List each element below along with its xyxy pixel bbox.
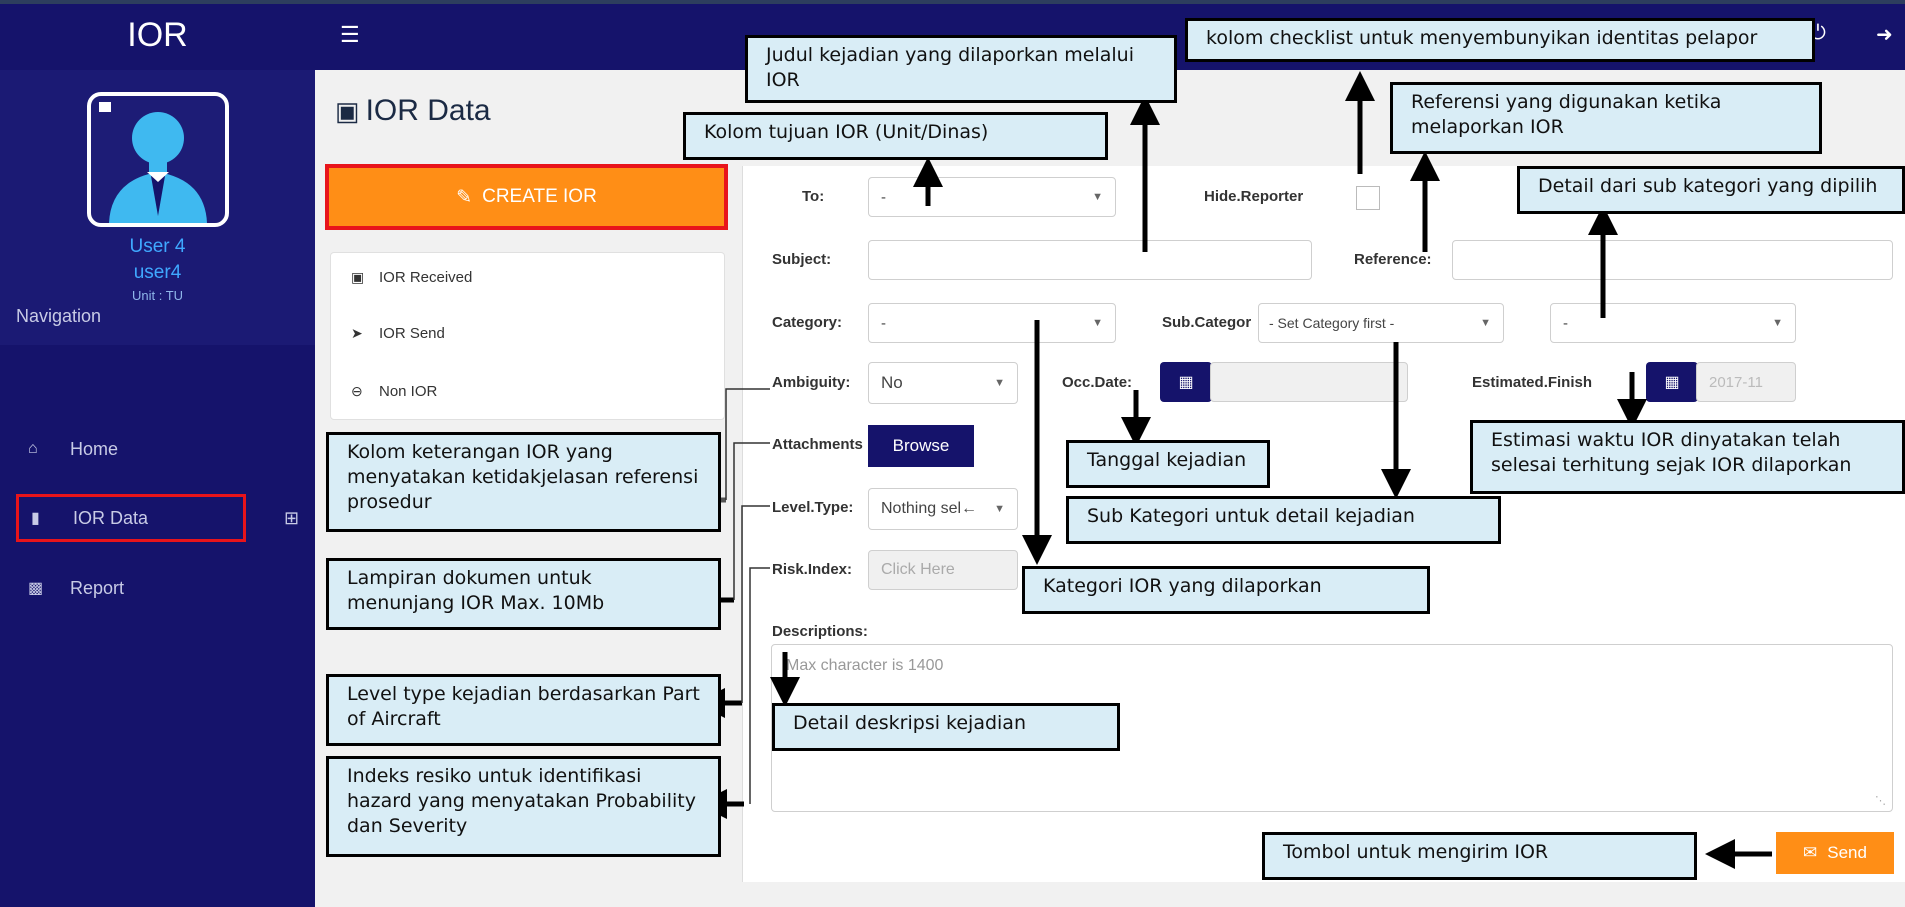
callout-risk: Indeks resiko untuk identifikasi hazard … xyxy=(326,756,721,857)
level-type-select[interactable]: Nothing sel← xyxy=(868,488,1018,530)
sub-category-detail-select[interactable]: - xyxy=(1550,303,1796,343)
hide-reporter-checkbox[interactable] xyxy=(1356,186,1380,210)
callout-tujuan: Kolom tujuan IOR (Unit/Dinas) xyxy=(683,112,1108,160)
bar-chart-icon: ▩ xyxy=(28,580,44,597)
category-select[interactable]: - xyxy=(868,303,1116,343)
reference-label: Reference: xyxy=(1354,251,1432,268)
envelope-icon: ✉ xyxy=(1803,843,1818,862)
menu-item-ior-send[interactable]: ➤ IOR Send xyxy=(351,325,445,342)
create-ior-label: CREATE IOR xyxy=(482,186,597,207)
callout-tanggal: Tanggal kejadian xyxy=(1066,440,1270,488)
menu-item-label: Non IOR xyxy=(379,383,438,400)
level-type-value: Nothing sel← xyxy=(881,500,978,517)
menu-item-label: IOR Received xyxy=(379,269,473,286)
sidebar-item-label: IOR Data xyxy=(73,507,149,528)
app-title: IOR xyxy=(127,16,188,54)
sidebar-item-home[interactable]: ⌂ Home xyxy=(16,425,246,473)
ambiguity-value: No xyxy=(881,373,903,392)
resize-grip-icon[interactable]: ⋱ xyxy=(1875,794,1886,807)
edit-icon: ✎ xyxy=(456,186,473,208)
logout-icon[interactable]: ➜ xyxy=(1876,22,1893,47)
rocket-icon: ➤ xyxy=(351,325,363,341)
ior-menu: ▣ IOR Received ➤ IOR Send ⊖ Non IOR xyxy=(330,252,725,420)
sub-category-detail-value: - xyxy=(1563,314,1568,332)
expand-plus-icon[interactable]: ⊞ xyxy=(284,508,299,529)
page-title-text: IOR Data xyxy=(365,94,491,127)
reference-input[interactable] xyxy=(1452,240,1893,280)
to-select[interactable]: - xyxy=(868,177,1116,217)
menu-item-ior-received[interactable]: ▣ IOR Received xyxy=(351,269,472,286)
sidebar-item-label: Home xyxy=(70,438,119,459)
user-display-name: User 4 xyxy=(129,236,186,257)
estimated-finish-calendar-icon[interactable]: ▦ xyxy=(1646,362,1698,402)
create-ior-button[interactable]: ✎ CREATE IOR xyxy=(325,164,728,230)
callout-referensi: Referensi yang digunakan ketika melapork… xyxy=(1390,82,1822,154)
browse-button[interactable]: Browse xyxy=(868,425,974,467)
user-unit: Unit : TU xyxy=(131,288,184,303)
callout-estimasi: Estimasi waktu IOR dinyatakan telah sele… xyxy=(1470,420,1905,494)
sub-category-label: Sub.Categor xyxy=(1162,314,1252,331)
callout-level: Level type kejadian berdasarkan Part of … xyxy=(326,674,721,746)
to-label: To: xyxy=(802,188,825,205)
risk-index-input[interactable]: Click Here xyxy=(868,550,1018,590)
callout-judul: Judul kejadian yang dilaporkan melalui I… xyxy=(745,35,1177,103)
inbox-icon: ▣ xyxy=(351,269,365,285)
to-value: - xyxy=(881,188,886,206)
sidebar: User 4 user4 Unit : TU xyxy=(0,70,315,907)
estimated-finish-input[interactable]: 2017-11 xyxy=(1696,362,1796,402)
attachments-label: Attachments xyxy=(772,436,863,453)
risk-index-label: Risk.Index: xyxy=(772,561,853,578)
send-button[interactable]: ✉ Send xyxy=(1776,832,1894,874)
risk-index-placeholder: Click Here xyxy=(881,561,955,578)
callout-deskripsi: Detail deskripsi kejadian xyxy=(772,703,1120,751)
menu-item-label: IOR Send xyxy=(379,325,445,342)
occ-date-input[interactable] xyxy=(1210,362,1408,402)
profile-panel: User 4 user4 Unit : TU xyxy=(0,70,315,345)
ambiguity-label: Ambiguity: xyxy=(772,374,851,391)
hide-reporter-label: Hide.Reporter xyxy=(1204,188,1304,205)
sub-category-select[interactable]: - Set Category first - xyxy=(1258,303,1504,343)
level-type-label: Level.Type: xyxy=(772,499,854,516)
nav-heading: Navigation xyxy=(16,306,102,326)
callout-tombol: Tombol untuk mengirim IOR xyxy=(1262,832,1697,880)
occ-date-calendar-icon[interactable]: ▦ xyxy=(1160,362,1212,402)
callout-detail-sub: Detail dari sub kategori yang dipilih xyxy=(1517,166,1905,214)
menu-toggle-icon[interactable]: ☰ xyxy=(340,22,360,48)
avatar xyxy=(87,92,229,227)
descriptions-placeholder: Max character is 1400 xyxy=(786,657,944,674)
send-label: Send xyxy=(1827,843,1867,862)
callout-checklist: kolom checklist untuk menyembunyikan ide… xyxy=(1185,18,1815,62)
callout-subkategori: Sub Kategori untuk detail kejadian xyxy=(1066,496,1501,544)
subject-input[interactable] xyxy=(868,240,1312,280)
callout-lampiran: Lampiran dokumen untuk menunjang IOR Max… xyxy=(326,558,721,630)
ambiguity-select[interactable]: No xyxy=(868,362,1018,404)
home-icon: ⌂ xyxy=(28,440,38,457)
sidebar-item-label: Report xyxy=(70,577,125,598)
callout-ambiguity: Kolom keterangan IOR yang menyatakan ket… xyxy=(326,432,721,532)
inbox-icon: ▣ xyxy=(335,96,360,126)
sidebar-item-report[interactable]: ▩ Report xyxy=(16,564,246,612)
document-icon: ▮ xyxy=(31,510,40,527)
minus-circle-icon: ⊖ xyxy=(351,383,363,399)
app-root: IOR ☰ ⏻ ➜ User 4 user4 Unit : TU Navigat… xyxy=(0,0,1905,907)
callout-kategori: Kategori IOR yang dilaporkan xyxy=(1022,566,1430,614)
sidebar-item-ior-data[interactable]: ▮ IOR Data xyxy=(16,494,246,542)
category-label: Category: xyxy=(772,314,843,331)
descriptions-label: Descriptions: xyxy=(772,623,868,640)
user-username: user4 xyxy=(133,262,182,283)
menu-item-non-ior[interactable]: ⊖ Non IOR xyxy=(351,383,437,400)
category-value: - xyxy=(881,314,886,332)
page-title: ▣ IOR Data xyxy=(335,94,491,128)
estimated-finish-label: Estimated.Finish xyxy=(1472,374,1593,391)
subject-label: Subject: xyxy=(772,251,832,268)
occ-date-label: Occ.Date: xyxy=(1062,374,1133,391)
sub-category-value: - Set Category first - xyxy=(1269,315,1395,331)
estimated-finish-value: 2017-11 xyxy=(1709,373,1763,391)
